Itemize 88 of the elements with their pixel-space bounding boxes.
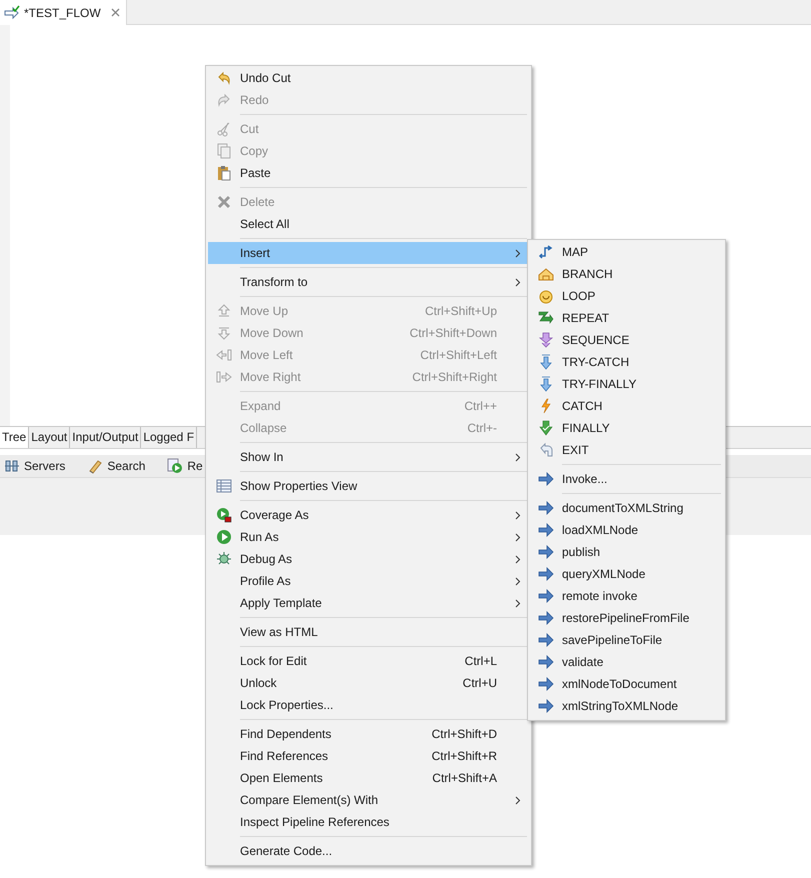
arrow-icon <box>538 676 554 692</box>
menu-item[interactable]: savePipelineToFile <box>530 629 723 651</box>
check-arrow-icon <box>538 420 554 436</box>
menu-item[interactable]: Find Dependents Ctrl+Shift+D <box>208 723 529 745</box>
arrow-icon <box>538 654 554 670</box>
undo-icon <box>216 70 232 86</box>
servers-icon <box>4 458 20 474</box>
menu-item[interactable]: Lock Properties... <box>208 694 529 716</box>
menu-item[interactable]: BRANCH <box>530 263 723 285</box>
menu-item[interactable]: REPEAT <box>530 307 723 329</box>
menu-item[interactable]: View as HTML <box>208 621 529 643</box>
editor-tab[interactable]: Input/Output <box>70 427 142 448</box>
menu-item[interactable]: Show Properties View <box>208 475 529 497</box>
menu-item[interactable]: SEQUENCE <box>530 329 723 351</box>
menu-item[interactable]: Insert <box>208 242 529 264</box>
menu-item[interactable]: Inspect Pipeline References <box>208 811 529 833</box>
move-down-icon <box>216 325 232 341</box>
menu-item[interactable]: TRY-CATCH <box>530 351 723 373</box>
delete-icon <box>216 194 232 210</box>
arrow-icon <box>538 610 554 626</box>
view-tab[interactable]: Search <box>107 459 146 473</box>
menu-item[interactable]: Unlock Ctrl+U <box>208 672 529 694</box>
flow-icon <box>4 4 20 20</box>
down-arrow-icon <box>538 376 554 392</box>
menu-item[interactable]: publish <box>530 541 723 563</box>
menu-item[interactable]: xmlNodeToDocument <box>530 673 723 695</box>
menu-item[interactable]: CATCH <box>530 395 723 417</box>
branch-icon <box>538 266 554 282</box>
move-left-icon <box>216 347 232 363</box>
run-icon <box>167 458 184 474</box>
menu-item[interactable]: Compare Element(s) With <box>208 789 529 811</box>
menu-item[interactable]: validate <box>530 651 723 673</box>
menu-item[interactable]: Profile As <box>208 570 529 592</box>
menu-item[interactable]: restorePipelineFromFile <box>530 607 723 629</box>
menu-item[interactable]: Generate Code... <box>208 840 529 862</box>
editor-tab[interactable]: Logged F <box>141 427 198 448</box>
scissors-icon <box>216 121 232 137</box>
menu-item[interactable]: Lock for Edit Ctrl+L <box>208 650 529 672</box>
menu-item[interactable]: EXIT <box>530 439 723 461</box>
copy-icon <box>216 143 232 159</box>
editor-tab[interactable]: Layout <box>29 427 70 448</box>
menu-item[interactable]: Paste <box>208 162 529 184</box>
table-icon <box>216 478 232 494</box>
move-right-icon <box>216 369 232 385</box>
bug-icon <box>216 551 232 567</box>
menu-item[interactable]: Select All <box>208 213 529 235</box>
close-icon[interactable] <box>110 8 120 17</box>
editor-tab[interactable]: Tree <box>0 427 30 448</box>
menu-item[interactable]: Show In <box>208 446 529 468</box>
arrow-icon <box>538 566 554 582</box>
menu-item[interactable]: xmlStringToXMLNode <box>530 695 723 717</box>
menu-item[interactable]: Undo Cut <box>208 67 529 89</box>
redo-icon <box>216 92 232 108</box>
menu-item[interactable]: TRY-FINALLY <box>530 373 723 395</box>
menu-item[interactable]: loadXMLNode <box>530 519 723 541</box>
menu-item[interactable]: documentToXMLString <box>530 497 723 519</box>
paste-icon <box>216 165 232 181</box>
menu-item[interactable]: queryXMLNode <box>530 563 723 585</box>
menu-item[interactable]: Run As <box>208 526 529 548</box>
repeat-icon <box>538 310 554 326</box>
view-tab[interactable]: Re <box>187 459 203 473</box>
arrow-icon <box>538 588 554 604</box>
exit-icon <box>538 442 554 458</box>
menu-item[interactable]: remote invoke <box>530 585 723 607</box>
coverage-icon <box>216 507 232 523</box>
menu-item[interactable]: Apply Template <box>208 592 529 614</box>
editor-tab[interactable]: *TEST_FLOW <box>0 0 127 25</box>
menu-item[interactable]: Invoke... <box>530 468 723 490</box>
move-up-icon <box>216 303 232 319</box>
down-arrow-icon <box>538 354 554 370</box>
view-tab[interactable]: Servers <box>24 459 66 473</box>
menu-item[interactable]: MAP <box>530 241 723 263</box>
menu-item[interactable]: Debug As <box>208 548 529 570</box>
menu-item[interactable]: Find References Ctrl+Shift+R <box>208 745 529 767</box>
arrow-icon <box>538 522 554 538</box>
arrow-icon <box>538 544 554 560</box>
run-icon <box>216 529 232 545</box>
arrow-icon <box>538 500 554 516</box>
menu-item[interactable]: Transform to <box>208 271 529 293</box>
arrow-icon <box>538 471 554 487</box>
sequence-icon <box>538 332 554 348</box>
menu-item[interactable]: LOOP <box>530 285 723 307</box>
arrow-icon <box>538 698 554 714</box>
arrow-icon <box>538 632 554 648</box>
menu-item[interactable]: Open Elements Ctrl+Shift+A <box>208 767 529 789</box>
menu-item[interactable]: Coverage As <box>208 504 529 526</box>
map-icon <box>538 244 554 260</box>
menu-item[interactable]: FINALLY <box>530 417 723 439</box>
